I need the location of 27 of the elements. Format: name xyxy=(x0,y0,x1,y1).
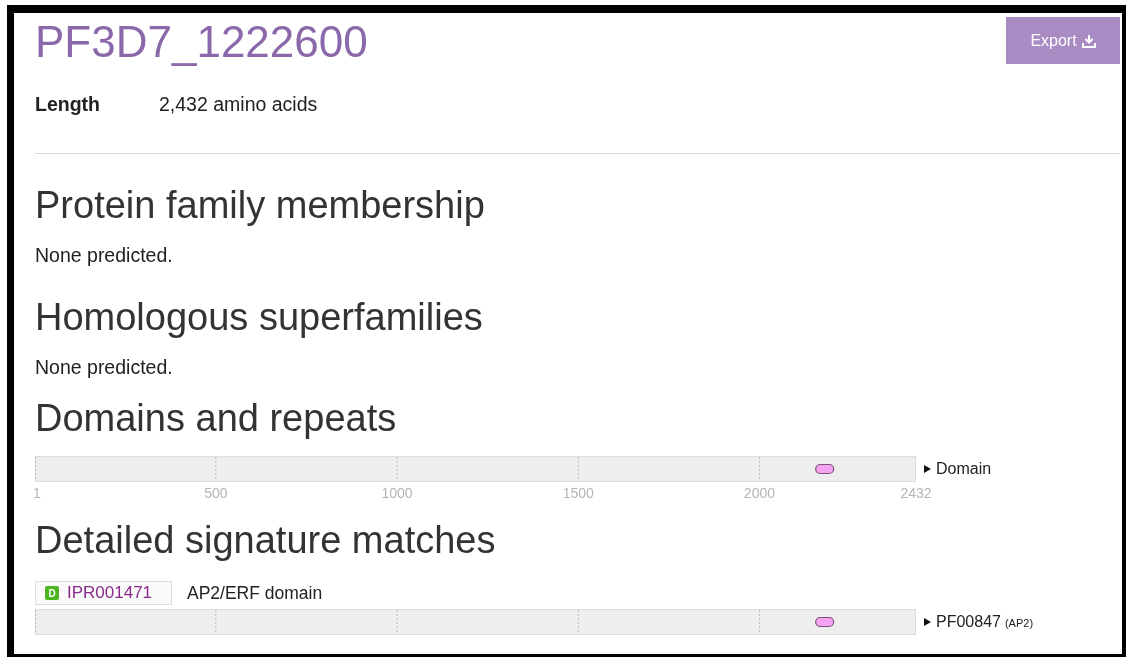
signature-name: AP2/ERF domain xyxy=(187,581,323,605)
track-label[interactable]: PF00847 xyxy=(936,610,1001,634)
axis-tick-label: 2000 xyxy=(743,485,775,501)
section-heading: Protein family membership xyxy=(35,185,486,225)
track-label[interactable]: Domain xyxy=(936,457,992,481)
axis-tick-label: 500 xyxy=(204,485,228,501)
accession-link[interactable]: IPR001471 xyxy=(67,580,153,606)
section-heading: Detailed signature matches xyxy=(35,520,497,560)
caret-icon xyxy=(924,465,931,473)
section-heading: Homologous superfamilies xyxy=(35,297,484,337)
section-text: None predicted. xyxy=(35,356,174,378)
field-label: Length xyxy=(35,93,101,115)
field-value: 2,432 amino acids xyxy=(159,93,318,115)
axis-tick-label: 1 xyxy=(33,485,41,501)
entry-type-icon: D xyxy=(45,586,59,600)
page-title: PF3D7_1222600 xyxy=(35,18,368,66)
axis-tick-label: 1500 xyxy=(562,485,594,501)
signature-badge[interactable]: D IPR001471 xyxy=(35,581,172,605)
axis-tick-label: 1000 xyxy=(381,485,413,501)
domain-match-marker[interactable] xyxy=(815,616,835,628)
axis-tick-label: 2432 xyxy=(900,485,932,501)
caret-icon xyxy=(924,618,931,626)
domain-match-marker[interactable] xyxy=(815,463,835,475)
section-text: None predicted. xyxy=(35,244,174,266)
download-icon xyxy=(1081,33,1096,48)
section-heading: Domains and repeats xyxy=(35,398,398,438)
track-sublabel: (AP2) xyxy=(1004,616,1034,632)
